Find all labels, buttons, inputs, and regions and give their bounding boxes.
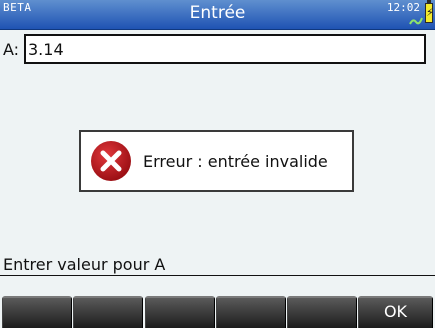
- help-text: Entrer valeur pour A: [3, 255, 166, 274]
- softkey-5[interactable]: [287, 296, 357, 328]
- ok-button[interactable]: OK: [358, 296, 433, 328]
- softkey-3[interactable]: [145, 296, 215, 328]
- error-x-icon: [91, 141, 131, 181]
- page-title: Entrée: [189, 3, 246, 23]
- error-message: Erreur : entrée invalide: [143, 152, 328, 171]
- softkey-4[interactable]: [216, 296, 286, 328]
- title-bar: BETA Entrée 12:02 ⚡: [0, 0, 435, 30]
- help-divider: [0, 275, 435, 276]
- value-input[interactable]: 3.14: [24, 34, 426, 64]
- variable-label: A:: [3, 40, 20, 59]
- battery-charging-icon: ⚡: [425, 0, 434, 23]
- softkey-menu: OK: [0, 296, 435, 328]
- softkey-2[interactable]: [73, 296, 143, 328]
- clock: 12:02: [386, 1, 420, 14]
- calculator-screen: BETA Entrée 12:02 ⚡ A: 3.14 Erreur : ent…: [0, 0, 435, 328]
- softkey-1[interactable]: [2, 296, 72, 328]
- error-dialog: Erreur : entrée invalide: [79, 130, 354, 192]
- wireless-link-icon: [409, 17, 423, 25]
- value-input-text: 3.14: [28, 40, 64, 59]
